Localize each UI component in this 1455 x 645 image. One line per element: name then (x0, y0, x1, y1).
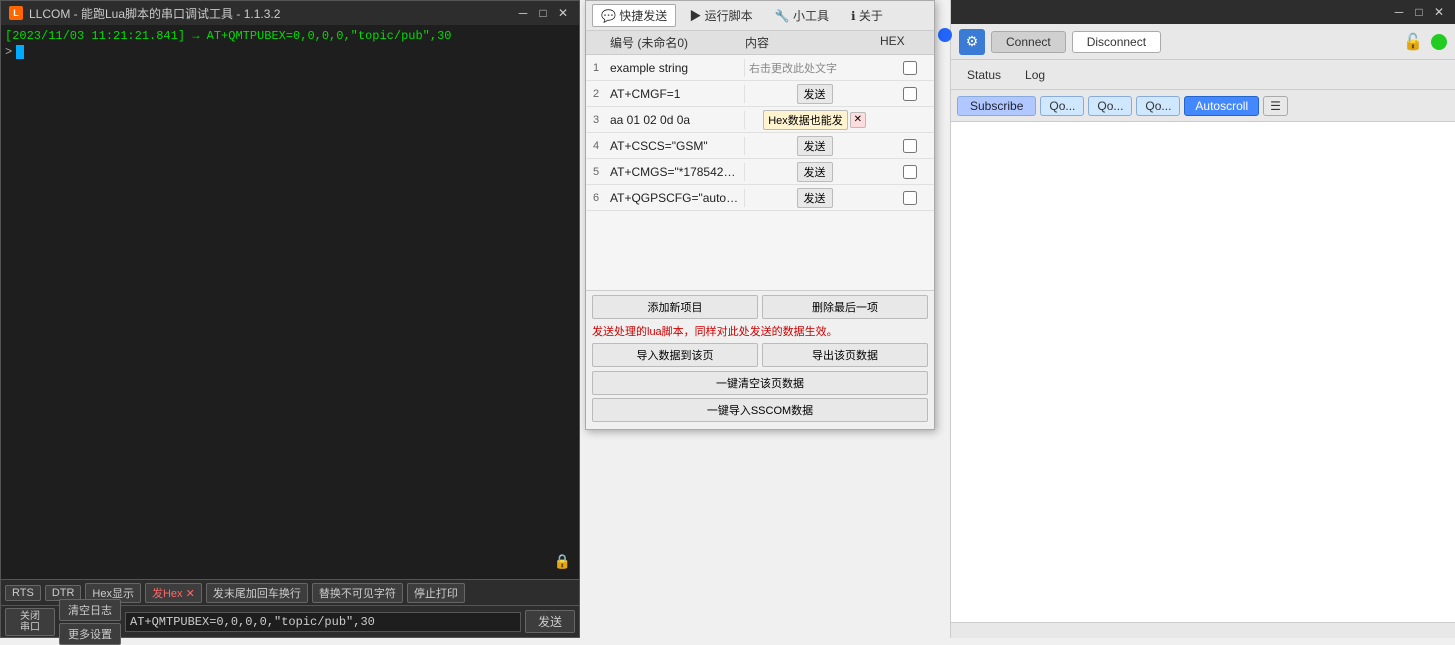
tab-run-script[interactable]: ▶ 运行脚本 (680, 4, 761, 27)
about-icon: ℹ (851, 9, 856, 23)
app-icon: L (9, 6, 23, 20)
quick-rows: 1 example string 右击更改此处文字 2 AT+CMGF=1 发送… (586, 55, 934, 290)
quick-panel-footer: 添加新项目 删除最后一项 发送处理的lua脚本，同样对此处发送的数据生效。 导入… (586, 290, 934, 429)
cursor (16, 45, 24, 59)
add-newline-button[interactable]: 发末尾加回车换行 (206, 583, 308, 603)
disconnect-button[interactable]: Disconnect (1072, 31, 1161, 53)
tab-about[interactable]: ℹ 关于 (842, 4, 892, 27)
connect-button[interactable]: Connect (991, 31, 1066, 53)
quick-send-icon: 💬 (601, 9, 616, 23)
right-panel: ─ □ ✕ ⚙ Connect Disconnect 🔓 Status Log … (950, 0, 1455, 638)
connection-status-dot (1431, 34, 1447, 50)
send-hex-button[interactable]: 发Hex ✕ (145, 583, 202, 603)
right-title-bar: ─ □ ✕ (951, 0, 1455, 24)
row3-hex-send-button[interactable]: Hex数据也能发 (763, 110, 848, 130)
prompt-arrow: > (5, 45, 12, 59)
quick-panel: 💬 快捷发送 ▶ 运行脚本 🔧 小工具 ℹ 关于 编号 (未命名0) 内容 HE… (585, 0, 935, 430)
bottom-input-row: 关闭串口 清空日志 更多设置 发送 (1, 605, 579, 637)
row4-send-button[interactable]: 发送 (797, 136, 833, 156)
import-sscom-button[interactable]: 一键导入SSCOM数据 (592, 398, 928, 422)
lua-note: 发送处理的lua脚本，同样对此处发送的数据生效。 (592, 323, 928, 339)
send-input[interactable] (125, 612, 521, 632)
terminal-area: [2023/11/03 11:21:21.841] → AT+QMTPUBEX=… (1, 25, 579, 579)
table-row: 2 AT+CMGF=1 发送 (586, 81, 934, 107)
lock-icon: 🔒 (554, 554, 571, 571)
window-controls: ─ □ ✕ (515, 5, 571, 21)
row5-hex-checkbox[interactable] (903, 165, 917, 179)
tab-tools[interactable]: 🔧 小工具 (766, 4, 838, 27)
close-port-button[interactable]: 关闭串口 (5, 608, 55, 636)
main-send-button[interactable]: 发送 (525, 610, 575, 633)
right-action-bar: Subscribe Qo... Qo... Qo... Autoscroll ☰ (951, 90, 1455, 122)
import-page-button[interactable]: 导入数据到该页 (592, 343, 758, 367)
quick-panel-header: 💬 快捷发送 ▶ 运行脚本 🔧 小工具 ℹ 关于 (586, 1, 934, 31)
minimize-button[interactable]: ─ (515, 5, 531, 21)
stop-print-button[interactable]: 停止打印 (407, 583, 465, 603)
qo2-button[interactable]: Qo... (1088, 96, 1132, 116)
main-window: L LLCOM - 能跑Lua脚本的串口调试工具 - 1.1.3.2 ─ □ ✕… (0, 0, 580, 638)
blue-dot-indicator (938, 28, 952, 42)
qo3-button[interactable]: Qo... (1136, 96, 1180, 116)
tools-icon: 🔧 (775, 9, 790, 23)
right-close-button[interactable]: ✕ (1431, 4, 1447, 20)
right-tabs: Status Log (951, 60, 1455, 90)
add-delete-row: 添加新项目 删除最后一项 (592, 295, 928, 319)
import-export-row: 导入数据到该页 导出该页数据 (592, 343, 928, 367)
rts-button[interactable]: RTS (5, 585, 41, 601)
table-row: 6 AT+QGPSCFG="autogps",1 发送 (586, 185, 934, 211)
tab-status[interactable]: Status (959, 66, 1009, 84)
maximize-button[interactable]: □ (535, 5, 551, 21)
row2-send-button[interactable]: 发送 (797, 84, 833, 104)
row3-close-button[interactable]: ✕ (850, 112, 866, 128)
row1-hex-checkbox[interactable] (903, 61, 917, 75)
table-row: 1 example string 右击更改此处文字 (586, 55, 934, 81)
replace-invisible-button[interactable]: 替换不可见字符 (312, 583, 403, 603)
export-page-button[interactable]: 导出该页数据 (762, 343, 928, 367)
row4-hex-checkbox[interactable] (903, 139, 917, 153)
terminal-line-1: [2023/11/03 11:21:21.841] → AT+QMTPUBEX=… (5, 29, 575, 43)
settings-icon: ⚙ (959, 29, 985, 55)
lock-icon: 🔓 (1403, 32, 1423, 52)
row6-hex-checkbox[interactable] (903, 191, 917, 205)
title-bar: L LLCOM - 能跑Lua脚本的串口调试工具 - 1.1.3.2 ─ □ ✕ (1, 1, 579, 25)
table-header: 编号 (未命名0) 内容 HEX (586, 31, 934, 55)
subscribe-button[interactable]: Subscribe (957, 96, 1036, 116)
tab-log[interactable]: Log (1017, 66, 1053, 84)
right-maximize-button[interactable]: □ (1411, 4, 1427, 20)
right-content (951, 122, 1455, 622)
tab-quick-send[interactable]: 💬 快捷发送 (592, 4, 676, 27)
more-settings-button[interactable]: 更多设置 (59, 623, 121, 645)
delete-last-button[interactable]: 删除最后一项 (762, 295, 928, 319)
clear-log-button[interactable]: 清空日志 (59, 599, 121, 621)
table-row: 4 AT+CSCS="GSM" 发送 (586, 133, 934, 159)
right-title-controls: ─ □ ✕ (1391, 4, 1447, 20)
window-title: LLCOM - 能跑Lua脚本的串口调试工具 - 1.1.3.2 (29, 5, 280, 22)
qo1-button[interactable]: Qo... (1040, 96, 1084, 116)
clear-page-button[interactable]: 一键清空该页数据 (592, 371, 928, 395)
row5-send-button[interactable]: 发送 (797, 162, 833, 182)
close-button[interactable]: ✕ (555, 5, 571, 21)
prompt-line: > (5, 45, 575, 59)
run-script-icon: ▶ (689, 9, 701, 23)
right-toolbar: ⚙ Connect Disconnect 🔓 (951, 24, 1455, 60)
autoscroll-button[interactable]: Autoscroll (1184, 96, 1259, 116)
row6-send-button[interactable]: 发送 (797, 188, 833, 208)
table-row: 5 AT+CMGS="*17854227581" 发送 (586, 159, 934, 185)
row2-hex-checkbox[interactable] (903, 87, 917, 101)
more-options-button[interactable]: ☰ (1263, 96, 1288, 116)
right-scrollbar[interactable] (951, 622, 1455, 638)
table-row: 3 aa 01 02 0d 0a Hex数据也能发 ✕ (586, 107, 934, 133)
add-item-button[interactable]: 添加新项目 (592, 295, 758, 319)
right-minimize-button[interactable]: ─ (1391, 4, 1407, 20)
